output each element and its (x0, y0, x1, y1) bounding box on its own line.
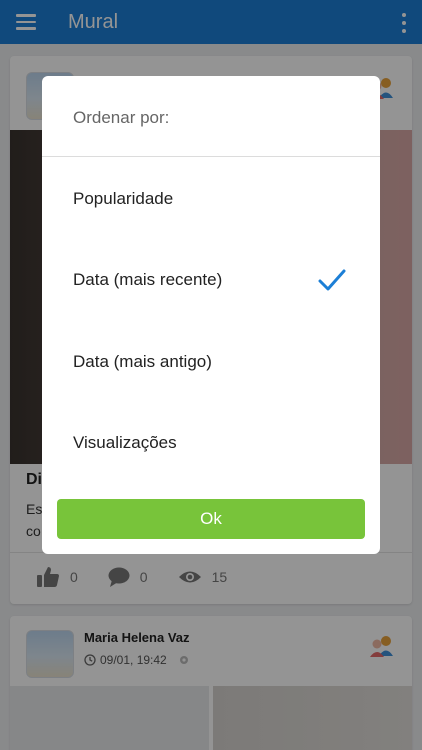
sort-dialog: Ordenar por: Popularidade Data (mais rec… (42, 76, 380, 554)
dialog-title: Ordenar por: (73, 108, 170, 127)
sort-option-label: Popularidade (73, 189, 174, 208)
sort-option-label: Visualizações (73, 433, 177, 452)
sort-option-views[interactable]: Visualizações (42, 408, 380, 478)
sort-option-label: Data (mais recente) (73, 270, 223, 289)
sort-option-label: Data (mais antigo) (73, 352, 212, 371)
sort-option-popularity[interactable]: Popularidade (42, 164, 380, 234)
sort-option-date-oldest[interactable]: Data (mais antigo) (42, 327, 380, 397)
divider (42, 156, 380, 157)
sort-option-date-newest[interactable]: Data (mais recente) (42, 245, 380, 315)
checkmark-icon (318, 269, 346, 291)
ok-button[interactable]: Ok (57, 499, 365, 539)
